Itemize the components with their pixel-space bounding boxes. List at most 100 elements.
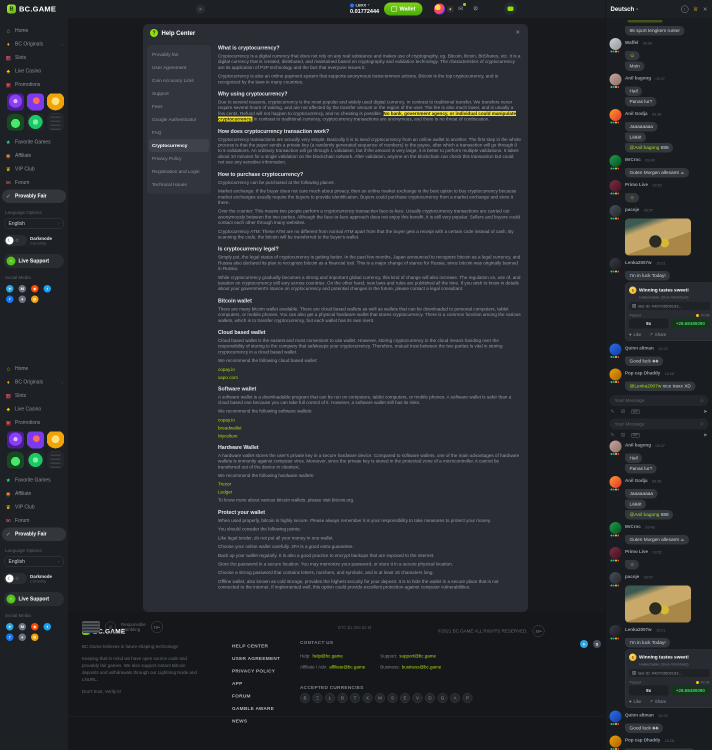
chat-image-attachment[interactable] [625, 586, 691, 623]
footer-link-gamble-aware[interactable]: GAMBLE AWARE [232, 703, 280, 716]
chat-avatar[interactable] [610, 711, 622, 723]
game-tile-flask-icon[interactable] [7, 114, 24, 131]
info-icon[interactable]: i [681, 5, 689, 13]
chat-language-selector[interactable]: Deutsch [611, 6, 635, 13]
chat-toggle-button[interactable] [504, 2, 517, 15]
sidebar-item-favorite-games[interactable]: ★Favorite Games [0, 136, 68, 150]
sidebar-item-slots[interactable]: ▦Slots [0, 51, 68, 65]
contact-email[interactable]: business@bc.game [402, 665, 442, 670]
game-tile-crown-icon[interactable] [47, 432, 64, 449]
chat-username[interactable]: Lenka2007w [625, 260, 652, 265]
chat-avatar[interactable] [610, 547, 622, 559]
smiley-icon[interactable]: ☺ [699, 398, 705, 404]
chat-username[interactable]: Pop cap Dhaddy [625, 371, 660, 376]
sidebar-item-live-casino[interactable]: ♣Live Casino [0, 65, 68, 79]
game-tile-gem-icon[interactable] [27, 114, 44, 131]
discord-icon[interactable]: ♦ [19, 296, 27, 304]
help-menu-item-user-agreement[interactable]: User Agreement [147, 61, 211, 74]
contact-email[interactable]: support@bc.game [399, 654, 436, 659]
chat-username[interactable]: pacoje [625, 207, 639, 212]
user-avatar[interactable] [434, 4, 445, 15]
sidebar-item-vip-club[interactable]: ♛VIP Club [0, 163, 68, 177]
telegram-icon[interactable]: ➤ [6, 285, 14, 293]
sidebar-item-bc-originals[interactable]: ♦BC Originals› [0, 376, 68, 390]
trophy-icon[interactable]: ♕ [693, 6, 698, 13]
game-tile-crash-icon[interactable] [27, 432, 44, 449]
telegram-icon[interactable]: ➤ [6, 623, 14, 631]
gif-icon[interactable]: GIF [631, 433, 640, 438]
sidebar-item-affiliate[interactable]: ◉Affiliate [0, 487, 68, 501]
chat-username[interactable]: Anil bagong [625, 443, 651, 448]
article-link[interactable]: copay.io [218, 367, 521, 372]
live-support-button[interactable]: ∩Live Support [4, 592, 64, 606]
sidebar-item-live-casino[interactable]: ♣Live Casino [0, 403, 68, 417]
close-icon[interactable]: ✕ [703, 6, 708, 13]
mention-text[interactable]: @Anil bagong [630, 512, 660, 518]
sidebar-item-promotions[interactable]: ▣Promotions [0, 78, 68, 92]
facebook-icon[interactable]: f [6, 296, 14, 304]
help-menu-item-privacy-policy[interactable]: Privacy Policy [147, 152, 211, 165]
chat-avatar[interactable] [610, 109, 622, 121]
share-button[interactable]: ↗Share [649, 332, 666, 338]
balance-selector[interactable]: LBXX ▾ 0.01772444 [350, 3, 379, 15]
help-menu-item-google-authenticator[interactable]: Google Authenticator [147, 113, 211, 126]
mention-text[interactable]: @Lenka2007w [630, 384, 662, 390]
chat-username[interactable]: Lenka2007w [625, 627, 652, 632]
sidebar-item-provably-fair[interactable]: ✓Provably Fair [2, 528, 66, 542]
help-menu-item-support[interactable]: Support [147, 87, 211, 100]
gear-icon[interactable]: ⚙ [473, 5, 478, 12]
chat-username[interactable]: pacoje [625, 574, 639, 579]
send-icon[interactable]: ➤ [703, 433, 707, 439]
chat-avatar[interactable] [610, 180, 622, 192]
game-tile-twist-icon[interactable] [7, 94, 24, 111]
game-tile-crown-icon[interactable] [47, 94, 64, 111]
chat-username[interactable]: Waffel [625, 40, 638, 45]
bitcointalk-icon[interactable]: B [31, 634, 39, 642]
article-link[interactable]: Ledger [218, 490, 521, 495]
help-menu-item-registration-and-login[interactable]: Registration and Login [147, 165, 211, 178]
help-menu-item-provably-fair[interactable]: Provably fair [147, 48, 211, 61]
sidebar-collapse-button[interactable]: ≡ [196, 5, 205, 14]
chat-message-input[interactable] [614, 421, 699, 428]
article-link[interactable]: Trezor [218, 482, 521, 487]
article-link[interactable]: Mycelium [218, 433, 521, 438]
chat-avatar[interactable] [610, 476, 622, 488]
game-tile-gem-icon[interactable] [27, 452, 44, 469]
reddit-icon[interactable]: ◉ [31, 285, 39, 293]
chat-username[interactable]: Primo Live [625, 182, 648, 187]
darkmode-toggle[interactable]: ☾⚙ [4, 235, 27, 246]
footer-link-help-center[interactable]: HELP CENTER [232, 640, 280, 653]
language-select[interactable]: English› [4, 218, 64, 229]
gif-icon[interactable]: GIF [631, 410, 640, 415]
language-select[interactable]: English› [4, 556, 64, 567]
chat-avatar[interactable] [610, 522, 622, 534]
article-link[interactable]: breadwallet [218, 425, 521, 430]
article-link[interactable]: xapo.com [218, 375, 521, 380]
mail-icon[interactable]: ✉ [458, 5, 463, 12]
footer-link-user-agreement[interactable]: USER AGREEMENT [232, 653, 280, 666]
sidebar-item-vip-club[interactable]: ♛VIP Club [0, 501, 68, 515]
mention-text[interactable]: @Anil bagong [630, 145, 660, 151]
chat-username[interactable]: Anil Godja [625, 478, 648, 483]
twitter-icon[interactable]: t [44, 623, 52, 631]
chat-avatar[interactable] [610, 625, 622, 637]
pencil-icon[interactable]: ✎ [611, 409, 615, 415]
win-share-card[interactable]: $Winning tastes sweet!Hakkebakke (Slow W… [625, 650, 712, 709]
help-menu-item-fees[interactable]: Fees [147, 100, 211, 113]
footer-link-app[interactable]: APP [232, 678, 280, 691]
chat-avatar[interactable] [610, 572, 622, 584]
game-tile-twist-icon[interactable] [7, 432, 24, 449]
dice-icon[interactable]: ⚄ [621, 433, 625, 439]
twitter-icon[interactable]: t [44, 285, 52, 293]
close-icon[interactable]: ✕ [515, 29, 520, 36]
chat-avatar[interactable] [610, 736, 622, 748]
game-tile-list-icon[interactable] [47, 114, 64, 131]
medium-icon[interactable]: M [19, 285, 27, 293]
chat-username[interactable]: Quinn altman [625, 713, 654, 718]
chat-avatar[interactable] [610, 258, 622, 270]
facebook-icon[interactable]: f [6, 634, 14, 642]
chat-avatar[interactable] [610, 344, 622, 356]
chat-username[interactable]: Anil Godja [625, 111, 648, 116]
live-support-button[interactable]: ∩Live Support [4, 254, 64, 268]
skype-icon[interactable]: S [593, 640, 601, 648]
